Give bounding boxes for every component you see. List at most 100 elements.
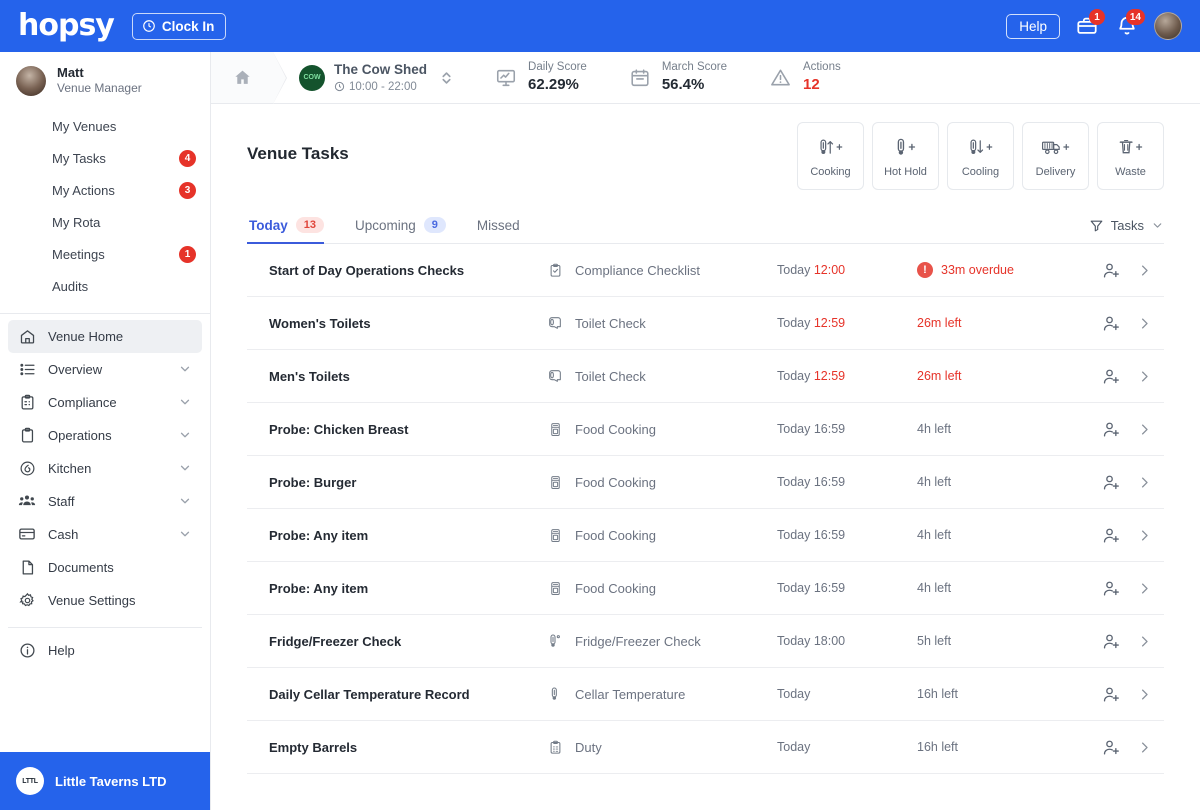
stat-label: Daily Score	[528, 61, 587, 74]
venue-hours-label: 10:00 - 22:00	[349, 80, 417, 93]
sidebar-item-kitchen[interactable]: Kitchen	[8, 452, 202, 485]
chevron-down-icon[interactable]	[178, 395, 192, 409]
assign-user-icon[interactable]	[1102, 738, 1121, 757]
organisation-logo: LTTL	[16, 767, 44, 795]
assign-user-icon[interactable]	[1102, 579, 1121, 598]
organisation-switcher[interactable]: LTTL Little Taverns LTD	[0, 752, 210, 810]
breadcrumb-home-button[interactable]	[211, 52, 287, 104]
task-type-label: Food Cooking	[575, 580, 656, 596]
table-row[interactable]: Probe: Any item Food Cooking Today 16:59 4h…	[247, 562, 1164, 615]
clipboard-check-icon	[18, 393, 36, 411]
chevron-down-icon[interactable]	[178, 527, 192, 541]
tasks-filter-label: Tasks	[1110, 218, 1144, 233]
quick-action-cooking[interactable]: Cooking	[797, 122, 864, 190]
sidebar-item-help[interactable]: Help	[8, 634, 202, 667]
chevron-right-icon[interactable]	[1137, 475, 1152, 490]
sidebar-item-overview[interactable]: Overview	[8, 353, 202, 386]
table-row[interactable]: Probe: Burger Food Cooking Today 16:59 4h l…	[247, 456, 1164, 509]
sidebar-item-staff[interactable]: Staff	[8, 485, 202, 518]
table-row[interactable]: Men's Toilets Toilet Check Today 12:59 26m …	[247, 350, 1164, 403]
sidebar-item-documents[interactable]: Documents	[8, 551, 202, 584]
chevron-right-icon[interactable]	[1137, 369, 1152, 384]
table-row[interactable]: Probe: Chicken Breast Food Cooking Today 1…	[247, 403, 1164, 456]
sidebar-item-my-tasks[interactable]: My Tasks 4	[0, 143, 210, 175]
clipboard-check-icon	[547, 263, 563, 278]
task-status: 4h left	[917, 475, 1102, 489]
sidebar-item-cash[interactable]: Cash	[8, 518, 202, 551]
quick-action-waste[interactable]: Waste	[1097, 122, 1164, 190]
notifications-button[interactable]: 14	[1114, 9, 1145, 39]
sidebar-item-label: Venue Settings	[48, 592, 136, 608]
task-due: Today 12:59	[777, 316, 846, 330]
sidebar-item-compliance[interactable]: Compliance	[8, 386, 202, 419]
quick-action-hot-hold[interactable]: Hot Hold	[872, 122, 939, 190]
assign-user-icon[interactable]	[1102, 526, 1121, 545]
tab-missed[interactable]: Missed	[475, 218, 533, 243]
chevron-right-icon[interactable]	[1137, 528, 1152, 543]
table-row[interactable]: Probe: Any item Food Cooking Today 16:59 4h…	[247, 509, 1164, 562]
oven-icon	[547, 422, 563, 437]
chevron-right-icon[interactable]	[1137, 634, 1152, 649]
chevron-right-icon[interactable]	[1137, 316, 1152, 331]
stat-label: March Score	[661, 61, 728, 74]
sidebar-item-operations[interactable]: Operations	[8, 419, 202, 452]
quick-action-delivery[interactable]: Delivery	[1022, 122, 1089, 190]
table-row[interactable]: Women's Toilets Toilet Check Today 12:59 26…	[247, 297, 1164, 350]
table-row[interactable]: Start of Day Operations Checks Compliance…	[247, 244, 1164, 297]
assign-user-icon[interactable]	[1102, 420, 1121, 439]
chevron-right-icon[interactable]	[1137, 581, 1152, 596]
assign-user-icon[interactable]	[1102, 261, 1121, 280]
assign-user-icon[interactable]	[1102, 685, 1121, 704]
task-list: Start of Day Operations Checks Compliance…	[247, 244, 1164, 774]
briefcase-button[interactable]: 1	[1074, 9, 1105, 39]
user-avatar[interactable]	[1154, 12, 1182, 40]
venue-stepper-icon[interactable]	[436, 68, 453, 88]
sidebar-profile[interactable]: Matt Venue Manager	[0, 52, 210, 109]
quick-action-cooling[interactable]: Cooling	[947, 122, 1014, 190]
presentation-chart-icon	[495, 67, 517, 89]
task-status-label: 33m overdue	[941, 263, 1014, 277]
venue-selector[interactable]: COW The Cow Shed 10:00 - 22:00	[273, 52, 463, 103]
clock-in-button[interactable]: Clock In	[131, 12, 227, 40]
tasks-filter-dropdown[interactable]: Tasks	[1089, 218, 1164, 243]
help-button[interactable]: Help	[1006, 13, 1060, 39]
task-status: 26m left	[917, 369, 1102, 383]
toilet-roll-icon	[547, 368, 563, 384]
chevron-right-icon[interactable]	[1137, 422, 1152, 437]
assign-user-icon[interactable]	[1102, 632, 1121, 651]
sidebar-item-my-actions[interactable]: My Actions 3	[0, 175, 210, 207]
sidebar-item-meetings[interactable]: Meetings 1	[0, 239, 210, 271]
sidebar-item-my-venues[interactable]: My Venues	[0, 111, 210, 143]
chevron-down-icon[interactable]	[178, 494, 192, 508]
table-row[interactable]: Fridge/Freezer Check Fridge/Freezer Check…	[247, 615, 1164, 668]
assign-user-icon[interactable]	[1102, 473, 1121, 492]
sidebar-item-label: My Actions	[52, 183, 115, 199]
assign-user-icon[interactable]	[1102, 367, 1121, 386]
stat-label: Actions	[803, 61, 841, 74]
clock-in-label: Clock In	[161, 18, 215, 34]
people-icon	[18, 492, 36, 510]
sidebar-item-venue-settings[interactable]: Venue Settings	[8, 584, 202, 617]
task-type-label: Food Cooking	[575, 421, 656, 437]
chevron-right-icon[interactable]	[1137, 740, 1152, 755]
sidebar-item-venue-home[interactable]: Venue Home	[8, 319, 202, 353]
organisation-name: Little Taverns LTD	[55, 773, 167, 789]
tab-today[interactable]: Today 13	[247, 217, 337, 244]
sidebar-item-my-rota[interactable]: My Rota	[0, 207, 210, 239]
task-status-label: 16h left	[917, 740, 959, 754]
chevron-right-icon[interactable]	[1137, 263, 1152, 278]
chevron-right-icon[interactable]	[1137, 687, 1152, 702]
tab-label: Today	[249, 217, 288, 233]
table-row[interactable]: Daily Cellar Temperature Record Cellar Te…	[247, 668, 1164, 721]
tab-upcoming[interactable]: Upcoming 9	[353, 217, 459, 243]
gear-icon	[18, 591, 36, 609]
table-row[interactable]: Empty Barrels Duty Today 16h left	[247, 721, 1164, 774]
task-due: Today 18:00	[777, 634, 846, 648]
assign-user-icon[interactable]	[1102, 314, 1121, 333]
chevron-down-icon[interactable]	[178, 461, 192, 475]
chevron-down-icon[interactable]	[178, 362, 192, 376]
sidebar-item-audits[interactable]: Audits	[0, 271, 210, 303]
task-status-label: 26m left	[917, 369, 962, 383]
chevron-down-icon[interactable]	[178, 428, 192, 442]
